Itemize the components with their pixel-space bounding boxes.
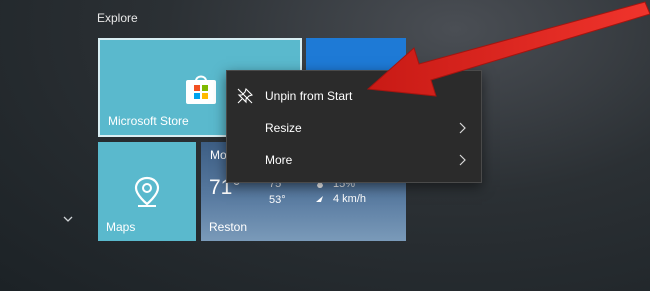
weather-city-top: Mo <box>210 148 227 162</box>
menu-item-resize[interactable]: Resize <box>227 112 481 144</box>
chevron-right-icon <box>459 154 466 166</box>
weather-city-label: Reston <box>209 220 248 234</box>
menu-item-unpin-from-start[interactable]: Unpin from Start <box>227 80 481 112</box>
microsoft-store-label: Microsoft Store <box>108 114 189 128</box>
weather-low-temp: 53° <box>269 194 286 206</box>
map-pin-icon <box>134 176 160 207</box>
group-title: Explore <box>97 11 138 25</box>
chevron-right-icon <box>459 122 466 134</box>
weather-wind-speed: 4 km/h <box>333 193 367 205</box>
unpin-icon <box>237 88 253 104</box>
menu-label-resize: Resize <box>265 121 302 135</box>
wind-icon <box>316 196 323 202</box>
menu-label-more: More <box>265 153 293 167</box>
maps-tile[interactable]: Maps <box>98 142 196 241</box>
collapse-chevron-icon[interactable] <box>61 212 75 226</box>
store-bag-icon <box>186 75 216 104</box>
menu-item-more[interactable]: More <box>227 144 481 176</box>
menu-label-unpin: Unpin from Start <box>265 89 353 103</box>
maps-label: Maps <box>106 220 136 234</box>
context-menu: Unpin from Start Resize More <box>226 70 482 183</box>
